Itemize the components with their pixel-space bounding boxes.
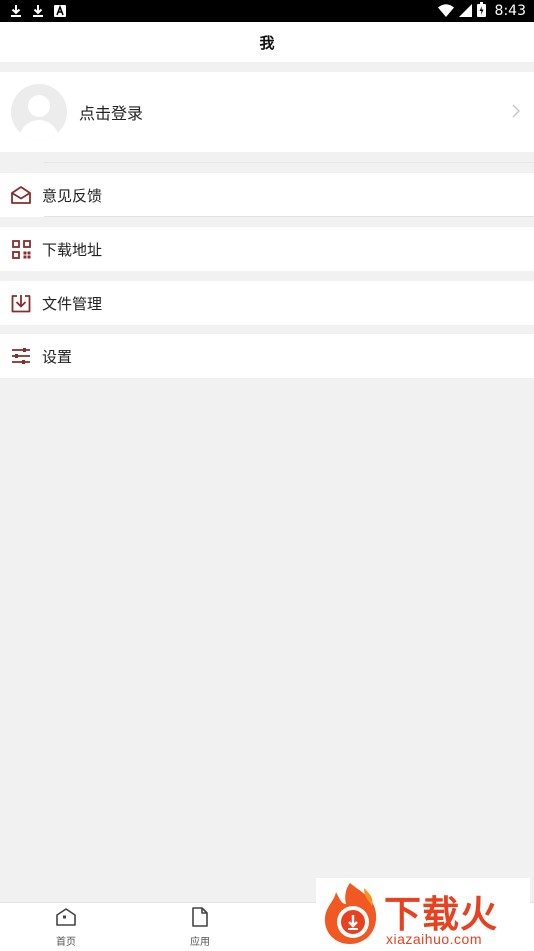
page-title: 我 [259, 33, 275, 52]
tab-home-label: 首页 [56, 936, 76, 948]
menu-label-feedback: 意见反馈 [42, 186, 103, 205]
tab-home[interactable]: 首页 [26, 903, 106, 951]
watermark-brand: 下载火 [384, 893, 498, 936]
battery-icon [476, 1, 486, 21]
sliders-icon [10, 345, 32, 367]
tab-apps-label: 应用 [190, 936, 210, 948]
login-label[interactable]: 点击登录 [79, 100, 143, 124]
avatar-body-shape [19, 120, 59, 140]
flame-logo-icon [320, 880, 382, 950]
chevron-right-icon [512, 102, 520, 123]
home-icon [55, 907, 77, 931]
menu-label-settings: 设置 [42, 347, 73, 366]
menu-item-feedback[interactable]: 意见反馈 [0, 173, 534, 217]
login-row[interactable]: 点击登录 [0, 72, 534, 152]
signal-icon [458, 2, 472, 21]
status-notifications [0, 4, 66, 18]
tab-apps[interactable]: 应用 [160, 903, 240, 951]
status-time: 8:43 [494, 3, 526, 19]
file-icon [191, 906, 209, 931]
avatar-head-shape [28, 95, 50, 117]
notification-a-icon [54, 4, 66, 18]
title-bar: 我 [0, 22, 534, 62]
wifi-icon [437, 2, 454, 21]
watermark-url: xiazaihuo.com [386, 931, 482, 947]
status-bar: 8:43 [0, 0, 534, 22]
menu-item-file-management[interactable]: 文件管理 [0, 281, 534, 325]
download-icon [10, 4, 22, 18]
qr-code-icon [10, 238, 32, 260]
status-system: 8:43 [437, 1, 534, 21]
watermark: 下载火 xiazaihuo.com [316, 878, 530, 948]
menu-item-settings[interactable]: 设置 [0, 334, 534, 378]
divider [44, 216, 534, 217]
menu-item-download-address[interactable]: 下载地址 [0, 227, 534, 271]
mail-icon [10, 184, 32, 206]
divider [44, 162, 534, 163]
avatar[interactable] [11, 84, 67, 140]
menu-label-file-management: 文件管理 [42, 294, 103, 313]
download-icon [32, 4, 44, 18]
download-tray-icon [10, 292, 32, 314]
menu-label-download-address: 下载地址 [42, 240, 103, 259]
